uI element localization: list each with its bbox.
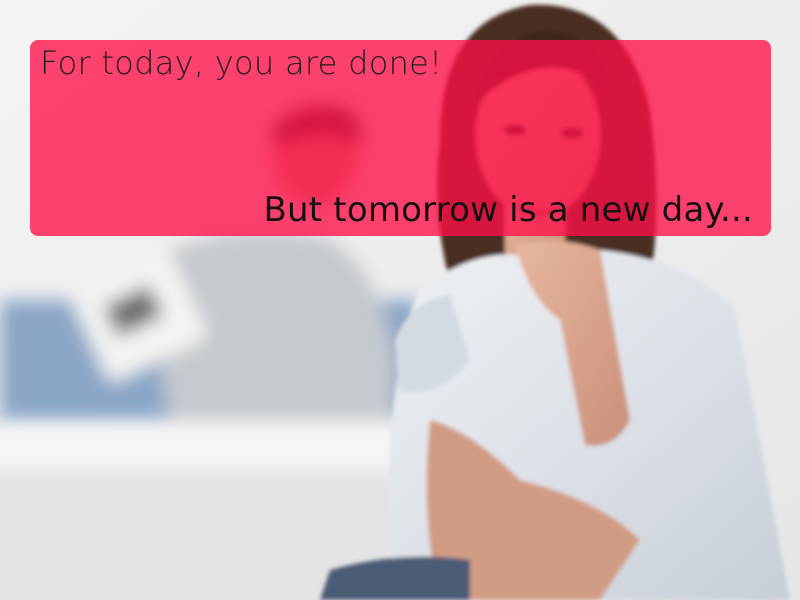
headline-text: For today, you are done! (40, 44, 443, 82)
subline-text: But tomorrow is a new day... (263, 190, 753, 230)
message-banner: For today, you are done! But tomorrow is… (30, 40, 771, 236)
motivational-image: For today, you are done! But tomorrow is… (0, 0, 800, 600)
